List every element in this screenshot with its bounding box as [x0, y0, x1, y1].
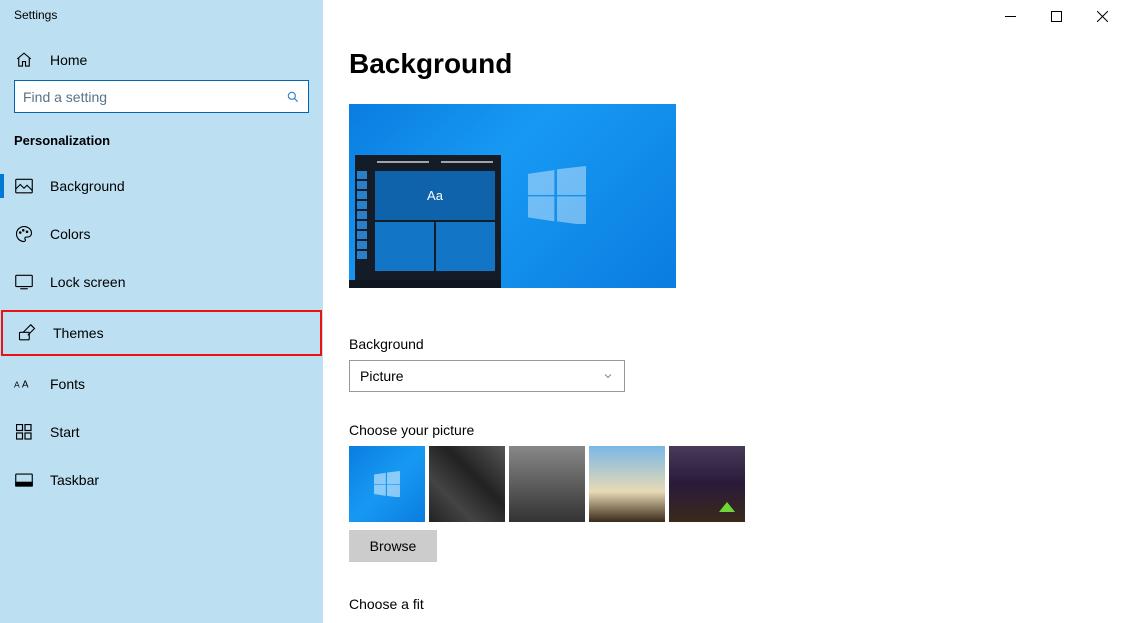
- background-dropdown-label: Background: [349, 336, 1125, 352]
- themes-icon: [17, 323, 37, 343]
- background-dropdown[interactable]: Picture: [349, 360, 625, 392]
- picture-thumbnail[interactable]: [429, 446, 505, 522]
- lockscreen-icon: [14, 272, 34, 292]
- sidebar-home-label: Home: [50, 52, 87, 68]
- windows-logo-icon: [528, 166, 586, 224]
- sidebar-list: Background Colors Lock screen: [0, 166, 323, 500]
- minimize-button[interactable]: [987, 0, 1033, 32]
- search-input[interactable]: [23, 89, 300, 105]
- content-area: Background Aa Background Picture: [323, 0, 1125, 623]
- sidebar-item-label: Start: [50, 424, 80, 440]
- sidebar-item-label: Fonts: [50, 376, 85, 392]
- sidebar-item-background[interactable]: Background: [0, 166, 323, 206]
- windows-logo-icon: [374, 471, 400, 497]
- choose-picture-label: Choose your picture: [349, 422, 1125, 438]
- picture-thumbnail[interactable]: [669, 446, 745, 522]
- sidebar: Settings Home Personalization: [0, 0, 323, 623]
- chevron-down-icon: [602, 370, 614, 382]
- sidebar-item-label: Taskbar: [50, 472, 99, 488]
- taskbar-icon: [14, 470, 34, 490]
- fonts-icon: A A: [14, 374, 34, 394]
- sidebar-item-label: Background: [50, 178, 125, 194]
- preview-aa-tile: Aa: [375, 171, 495, 220]
- section-title: Personalization: [0, 125, 323, 166]
- search-box[interactable]: [14, 80, 309, 113]
- sidebar-item-label: Lock screen: [50, 274, 125, 290]
- search-icon: [286, 90, 300, 104]
- start-icon: [14, 422, 34, 442]
- sidebar-item-label: Colors: [50, 226, 90, 242]
- preview-start-menu: Aa: [355, 155, 501, 280]
- picture-thumbnails: [349, 446, 1125, 522]
- background-preview: Aa: [349, 104, 676, 288]
- dropdown-value: Picture: [360, 368, 404, 384]
- picture-icon: [14, 176, 34, 196]
- sidebar-item-colors[interactable]: Colors: [0, 214, 323, 254]
- svg-text:A: A: [22, 380, 29, 391]
- sidebar-item-label: Themes: [53, 325, 104, 341]
- close-button[interactable]: [1079, 0, 1125, 32]
- browse-button[interactable]: Browse: [349, 530, 437, 562]
- search-wrap: [0, 80, 323, 125]
- preview-taskbar: [349, 280, 501, 288]
- sidebar-item-start[interactable]: Start: [0, 412, 323, 452]
- home-icon: [14, 50, 34, 70]
- sidebar-item-lockscreen[interactable]: Lock screen: [0, 262, 323, 302]
- choose-fit-label: Choose a fit: [349, 596, 1125, 612]
- palette-icon: [14, 224, 34, 244]
- window-controls: [987, 0, 1125, 32]
- page-title: Background: [349, 48, 1125, 80]
- svg-text:A: A: [14, 380, 20, 390]
- picture-thumbnail[interactable]: [509, 446, 585, 522]
- maximize-button[interactable]: [1033, 0, 1079, 32]
- app-title: Settings: [0, 0, 323, 40]
- picture-thumbnail[interactable]: [589, 446, 665, 522]
- sidebar-item-themes[interactable]: Themes: [1, 310, 322, 356]
- sidebar-item-taskbar[interactable]: Taskbar: [0, 460, 323, 500]
- sidebar-home[interactable]: Home: [0, 40, 323, 80]
- sidebar-item-fonts[interactable]: A A Fonts: [0, 364, 323, 404]
- picture-thumbnail[interactable]: [349, 446, 425, 522]
